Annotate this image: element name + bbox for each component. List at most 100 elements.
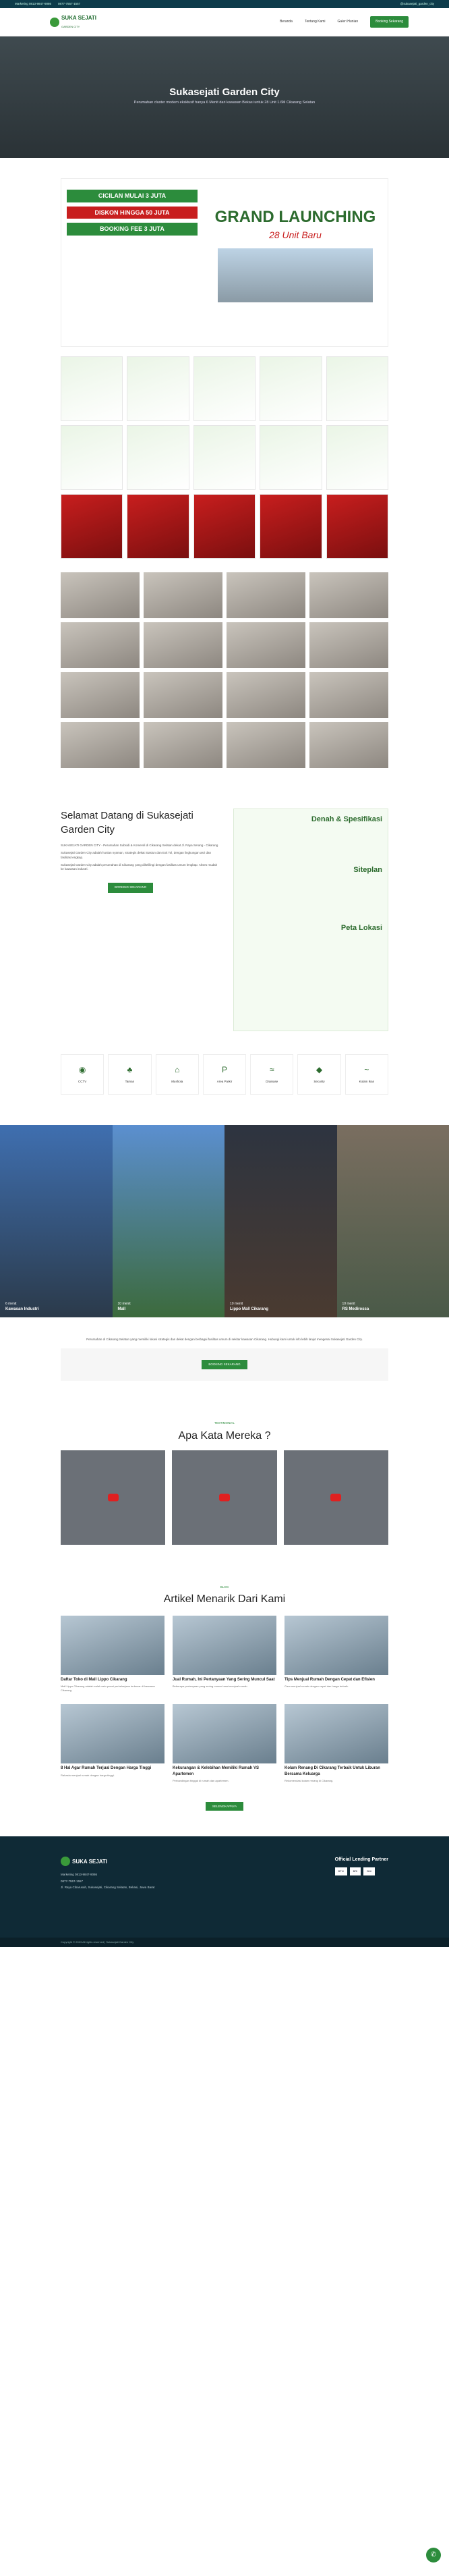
- tree-icon: ♣: [127, 1065, 133, 1075]
- facilities: ◉ CCTV ♣ Taman ⌂ Mushola P Area Parkir ≈ Drai…: [61, 1054, 388, 1095]
- gallery-tile[interactable]: [193, 356, 256, 421]
- gallery-tile[interactable]: [61, 356, 123, 421]
- article-image[interactable]: [173, 1615, 276, 1675]
- gallery-tile[interactable]: [260, 356, 322, 421]
- article-desc: Rekomendasi kolam renang di Cikarang.: [285, 1779, 334, 1783]
- copyright-text: Copyright © 2023 All rights reserved | S…: [61, 1940, 134, 1944]
- article-card[interactable]: Daftar Toko di Mall Lippo Cikarang Mall L…: [61, 1615, 164, 1693]
- siteplan-title: Siteplan: [353, 866, 382, 875]
- photo-gallery: [61, 572, 388, 768]
- testimonial-title: Apa Kata Mereka ?: [178, 1429, 271, 1442]
- gallery-tile[interactable]: [61, 425, 123, 490]
- menu-galeri[interactable]: Galeri Hunian: [338, 20, 359, 24]
- place-card[interactable]: 6 menit Kawasan Industri: [0, 1125, 113, 1317]
- video-embed[interactable]: [283, 1450, 388, 1545]
- gallery-tile[interactable]: [193, 425, 256, 490]
- location-section: Perumahan di Cikarang Selatan yang memil…: [0, 1338, 449, 1381]
- partners-title: Official Lending Partner: [334, 1857, 388, 1863]
- house-photo[interactable]: [309, 572, 388, 618]
- welcome-booking-button[interactable]: BOOKING SEKARANG: [108, 883, 154, 893]
- article-image[interactable]: [61, 1704, 164, 1764]
- gallery-tile[interactable]: [127, 356, 189, 421]
- play-icon[interactable]: [330, 1493, 342, 1502]
- footer-line: Jl. Raya Cibarusah, Sukasejati, Cikarang…: [61, 1886, 155, 1890]
- article-card[interactable]: Kolam Renang Di Cikarang Terbaik Untuk L…: [285, 1704, 388, 1782]
- whatsapp-icon[interactable]: ✆: [426, 2548, 441, 2563]
- logo-mark-icon: [50, 17, 59, 27]
- gallery-tile[interactable]: [260, 494, 322, 559]
- gallery-tile[interactable]: [326, 425, 388, 490]
- article-title[interactable]: Tips Menjual Rumah Dengan Cepat dan Efis…: [285, 1677, 388, 1682]
- topbar-phone[interactable]: Marketing 0813-9847-9086: [15, 2, 51, 6]
- video-embed[interactable]: [61, 1450, 166, 1545]
- welcome-section: Selamat Datang di Sukasejati Garden City…: [61, 809, 388, 1031]
- place-card[interactable]: 10 menit RS Medirossa: [336, 1125, 449, 1317]
- article-card[interactable]: Jual Rumah, Ini Pertanyaan Yang Sering M…: [173, 1615, 276, 1693]
- article-image[interactable]: [285, 1615, 388, 1675]
- article-title[interactable]: 8 Hal Agar Rumah Terjual Dengan Harga Ti…: [61, 1765, 164, 1771]
- gallery-tile[interactable]: [326, 356, 388, 421]
- house-photo[interactable]: [144, 672, 222, 718]
- play-icon[interactable]: [107, 1493, 119, 1502]
- place-card[interactable]: 10 menit Lippo Mall Cikarang: [224, 1125, 337, 1317]
- gallery-tile[interactable]: [193, 494, 256, 559]
- gallery-tile[interactable]: [127, 425, 189, 490]
- house-photo[interactable]: [309, 622, 388, 668]
- article-title[interactable]: Jual Rumah, Ini Pertanyaan Yang Sering M…: [173, 1677, 276, 1682]
- article-card[interactable]: Tips Menjual Rumah Dengan Cepat dan Efis…: [285, 1615, 388, 1693]
- gallery-tile[interactable]: [326, 494, 388, 559]
- fish-icon: ~: [364, 1065, 369, 1075]
- article-title[interactable]: Daftar Toko di Mall Lippo Cikarang: [61, 1677, 164, 1682]
- article-image[interactable]: [173, 1704, 276, 1764]
- more-articles-button[interactable]: SELENGKAPNYA: [205, 1801, 244, 1811]
- topbar-phone-2[interactable]: 0877-7557-1557: [58, 2, 80, 6]
- article-title[interactable]: Kekurangan & Kelebihan Memiliki Rumah VS…: [173, 1765, 276, 1777]
- place-card[interactable]: 10 menit Mall: [112, 1125, 224, 1317]
- play-icon[interactable]: [218, 1493, 230, 1502]
- footer-line[interactable]: 0877-7557-1557: [61, 1880, 154, 1884]
- place-name: Lippo Mall Cikarang: [230, 1307, 269, 1311]
- partner-logo: BTN: [334, 1867, 347, 1875]
- gallery-tile[interactable]: [127, 494, 189, 559]
- menu-tentang[interactable]: Tentang Kami: [305, 20, 326, 24]
- house-photo[interactable]: [227, 672, 305, 718]
- footer-logo[interactable]: SUKA SEJATI: [61, 1857, 154, 1867]
- house-photo[interactable]: [309, 672, 388, 718]
- house-photo[interactable]: [309, 722, 388, 768]
- topbar-instagram[interactable]: @sukasejati_garden_city: [400, 2, 434, 6]
- house-photo[interactable]: [61, 622, 140, 668]
- house-photo[interactable]: [144, 722, 222, 768]
- footer-brand: SUKA SEJATI: [72, 1858, 108, 1865]
- article-title[interactable]: Kolam Renang Di Cikarang Terbaik Untuk L…: [285, 1765, 388, 1777]
- facility-security: ◆ Security: [297, 1054, 341, 1095]
- testimonial-section: TESTIMONIAL Apa Kata Mereka ?: [0, 1421, 449, 1444]
- house-photo[interactable]: [144, 572, 222, 618]
- more-section: SELENGKAPNYA: [0, 1801, 449, 1811]
- house-photo[interactable]: [61, 722, 140, 768]
- house-photo[interactable]: [227, 572, 305, 618]
- house-photo[interactable]: [227, 622, 305, 668]
- gallery-tile[interactable]: [260, 425, 322, 490]
- article-image[interactable]: [285, 1704, 388, 1764]
- menu-beranda[interactable]: Beranda: [280, 20, 293, 24]
- promo-banner: CICILAN MULAI 3 JUTA DISKON HINGGA 50 JU…: [61, 178, 388, 347]
- welcome-paragraph: Sukasejati Garden City adalah perumahan …: [61, 862, 218, 871]
- article-desc: Perbandingan tinggal di rumah dan aparte…: [173, 1779, 229, 1783]
- gallery-tile[interactable]: [61, 494, 123, 559]
- footer-line[interactable]: Marketing 0813-9847-9086: [61, 1873, 154, 1877]
- house-photo[interactable]: [61, 672, 140, 718]
- article-card[interactable]: Kekurangan & Kelebihan Memiliki Rumah VS…: [173, 1704, 276, 1782]
- house-photo[interactable]: [61, 572, 140, 618]
- brand-logo[interactable]: SUKA SEJATI GARDEN CITY: [50, 14, 96, 29]
- video-embed[interactable]: [172, 1450, 277, 1545]
- house-photo[interactable]: [144, 622, 222, 668]
- article-card[interactable]: 8 Hal Agar Rumah Terjual Dengan Harga Ti…: [61, 1704, 164, 1782]
- booking-button[interactable]: Booking Sekarang: [370, 16, 409, 28]
- article-image[interactable]: [61, 1615, 164, 1675]
- house-photo[interactable]: [227, 722, 305, 768]
- location-booking-button[interactable]: BOOKING SEKARANG: [202, 1360, 247, 1370]
- navbar: SUKA SEJATI GARDEN CITY Beranda Tentang …: [0, 8, 449, 36]
- place-time: 10 menit: [117, 1301, 131, 1306]
- mosque-icon: ⌂: [175, 1065, 180, 1075]
- facility-label: Mushola: [171, 1080, 183, 1084]
